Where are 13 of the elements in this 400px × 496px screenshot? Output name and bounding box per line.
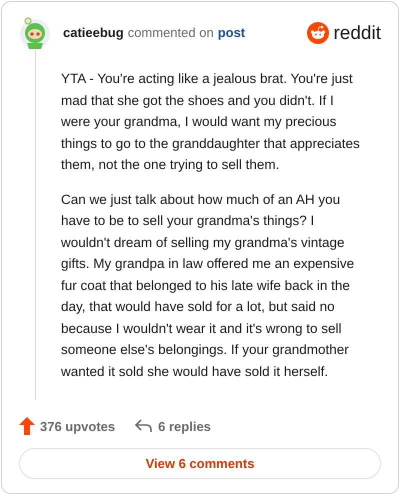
upvote-icon[interactable] bbox=[19, 417, 35, 436]
username[interactable]: catieebug bbox=[63, 23, 124, 43]
comment-paragraph: Can we just talk about how much of an AH you have to be to sell your grandma's things? I wouldn't dream of selling my grandma's vintage gifts. My grandpa in law offered me an expensive fur coat that belonged to his late wife back in the day, that would have sold for a lot, but said no because I wouldn't wear it and it's wrong to sell someone else's belongings. If your grandmother wanted it sold she would have sold it herself. bbox=[61, 190, 356, 380]
reddit-logo-icon bbox=[307, 22, 330, 44]
action-text: commented on bbox=[128, 24, 214, 42]
reply-icon[interactable] bbox=[135, 419, 152, 434]
upvote-count: 376 upvotes bbox=[40, 418, 116, 436]
reply-count: 6 replies bbox=[158, 418, 211, 436]
post-link[interactable]: post bbox=[218, 23, 246, 43]
brand-wordmark: reddit bbox=[333, 24, 381, 42]
comment-paragraph: YTA - You're acting like a jealous brat. You're just mad that she got the shoes and you didn't. If I were your grandma, I would want my precious things to go to the granddaughter that appreciates them, not the one trying to sell them. bbox=[61, 70, 361, 174]
avatar-icon bbox=[19, 16, 51, 50]
view-comments-button[interactable]: View 6 comments bbox=[19, 448, 381, 479]
